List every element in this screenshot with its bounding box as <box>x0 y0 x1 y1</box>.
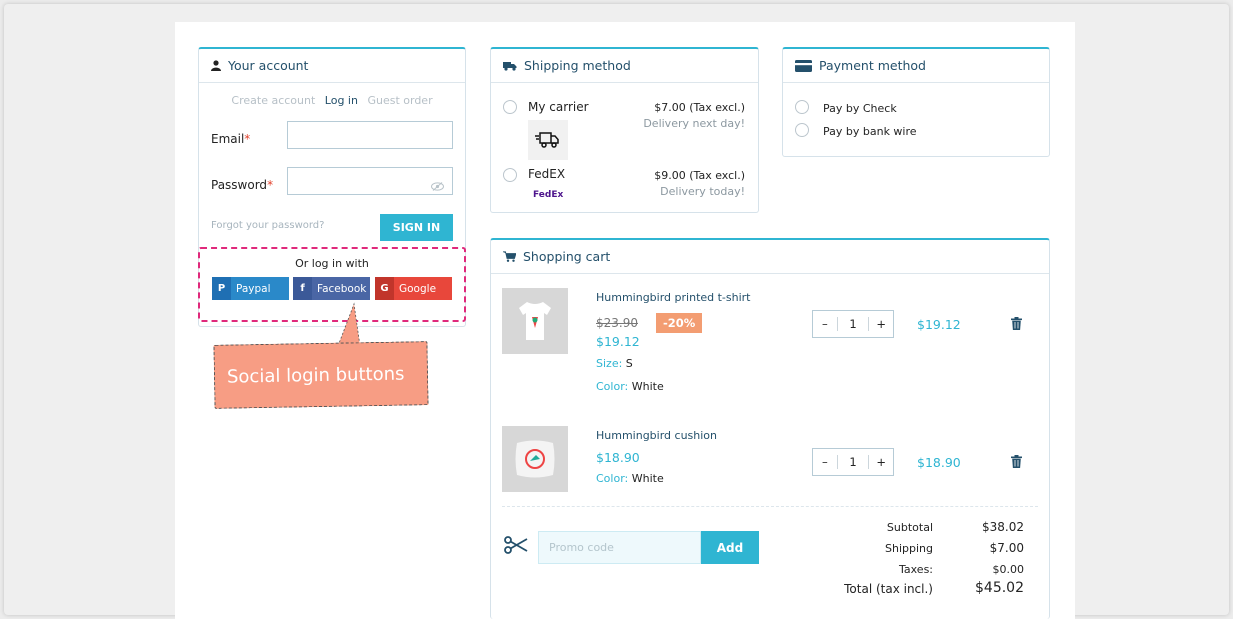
email-label: Email* <box>211 132 251 146</box>
google-login-button[interactable]: G Google <box>375 277 452 300</box>
carrier-2-radio[interactable] <box>503 168 517 182</box>
item-1-color: Color: White <box>596 380 664 393</box>
carrier-2-delay: Delivery today! <box>660 185 745 198</box>
item-1-line-total: $19.12 <box>917 317 961 332</box>
show-password-icon[interactable] <box>431 176 444 195</box>
tab-log-in[interactable]: Log in <box>325 94 358 107</box>
facebook-icon: f <box>293 277 312 300</box>
item-2-qty-value[interactable]: 1 <box>836 455 870 469</box>
pay-bankwire-label: Pay by bank wire <box>823 125 917 138</box>
item-1-old-price: $23.90 <box>596 316 638 330</box>
total-value: $45.02 <box>975 580 1024 596</box>
payment-panel: Payment method Pay by Check Pay by bank … <box>782 47 1050 157</box>
trash-icon[interactable] <box>1011 453 1022 472</box>
account-tabs: Create account Log in Guest order <box>199 94 465 107</box>
google-icon: G <box>375 277 394 300</box>
user-icon <box>211 60 221 71</box>
social-login-title: Or log in with <box>295 257 369 270</box>
tshirt-thumbnail[interactable] <box>502 288 568 354</box>
cart-icon <box>503 251 516 262</box>
item-1-name[interactable]: Hummingbird printed t-shirt <box>596 291 751 304</box>
item-2-quantity-stepper[interactable]: – 1 + <box>812 448 894 476</box>
cart-title: Shopping cart <box>523 249 611 264</box>
subtotal-value: $38.02 <box>982 520 1024 534</box>
cart-header: Shopping cart <box>491 240 1049 274</box>
item-2-color: Color: White <box>596 472 664 485</box>
delivery-truck-icon <box>528 120 568 160</box>
item-1-qty-value[interactable]: 1 <box>836 317 870 331</box>
promo-code-input[interactable]: Promo code <box>538 531 701 564</box>
item-2-price: $18.90 <box>596 450 640 465</box>
shipping-label: Shipping <box>885 542 933 555</box>
account-title: Your account <box>228 58 309 73</box>
trash-icon[interactable] <box>1011 315 1022 334</box>
paypal-login-button[interactable]: P Paypal <box>212 277 289 300</box>
tab-create-account[interactable]: Create account <box>231 94 315 107</box>
fedex-logo: FedEx <box>533 190 564 200</box>
tab-guest-order[interactable]: Guest order <box>367 94 432 107</box>
qty-increase-button[interactable]: + <box>869 455 893 469</box>
password-label: Password* <box>211 178 274 192</box>
callout-pointer <box>337 302 361 346</box>
qty-decrease-button[interactable]: – <box>813 455 837 469</box>
shipping-header: Shipping method <box>491 49 758 83</box>
item-2-name[interactable]: Hummingbird cushion <box>596 429 717 442</box>
facebook-login-button[interactable]: f Facebook <box>293 277 370 300</box>
truck-icon <box>503 61 517 71</box>
item-1-size: Size: S <box>596 357 633 370</box>
credit-card-icon <box>795 59 812 72</box>
payment-title: Payment method <box>819 58 926 73</box>
scissors-icon <box>504 535 528 559</box>
pay-check-radio[interactable] <box>795 100 809 114</box>
carrier-1-name: My carrier <box>528 100 589 114</box>
email-field[interactable] <box>287 121 453 149</box>
subtotal-label: Subtotal <box>886 521 933 534</box>
sign-in-button[interactable]: SIGN IN <box>380 214 453 241</box>
carrier-2-name: FedEX <box>528 167 566 181</box>
pay-bankwire-radio[interactable] <box>795 123 809 137</box>
promo-add-button[interactable]: Add <box>701 531 759 564</box>
pay-check-label: Pay by Check <box>823 102 897 115</box>
social-login-callout: Social login buttons <box>213 341 429 409</box>
shipping-panel: Shipping method My carrier $7.00 (Tax ex… <box>490 47 759 213</box>
carrier-2-price: $9.00 (Tax excl.) <box>654 169 745 182</box>
paypal-icon: P <box>212 277 231 300</box>
cart-divider <box>502 506 1038 507</box>
total-label: Total (tax incl.) <box>844 582 933 596</box>
qty-increase-button[interactable]: + <box>869 317 893 331</box>
carrier-1-price: $7.00 (Tax excl.) <box>654 101 745 114</box>
password-field[interactable] <box>287 167 453 195</box>
payment-header: Payment method <box>783 49 1049 83</box>
item-1-discount-badge: -20% <box>656 313 703 333</box>
shipping-title: Shipping method <box>524 58 631 73</box>
cushion-thumbnail[interactable] <box>502 426 568 492</box>
item-2-line-total: $18.90 <box>917 455 961 470</box>
carrier-1-delay: Delivery next day! <box>643 117 745 130</box>
taxes-value: $0.00 <box>992 563 1025 576</box>
shipping-value: $7.00 <box>989 541 1024 555</box>
qty-decrease-button[interactable]: – <box>813 317 837 331</box>
account-header: Your account <box>199 49 465 83</box>
carrier-1-radio[interactable] <box>503 100 517 114</box>
item-1-price: $19.12 <box>596 334 640 349</box>
taxes-label: Taxes: <box>898 563 933 576</box>
forgot-password-link[interactable]: Forgot your password? <box>211 220 324 231</box>
item-1-quantity-stepper[interactable]: – 1 + <box>812 310 894 338</box>
